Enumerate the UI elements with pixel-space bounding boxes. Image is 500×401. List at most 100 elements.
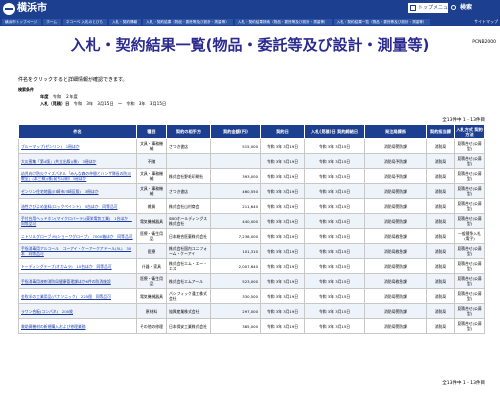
table-cell: 文具・事務機械 <box>136 138 167 154</box>
table-cell: パシフィック通工株式会社 <box>166 288 211 304</box>
table-cell: 株式会社国内ユニフォーム・ケーアイ <box>166 243 211 259</box>
table-row: 金吹半の工業用品(パナソニック) 225個 同等品可 電気機械器具 パシフィック通工… <box>18 288 485 304</box>
table-cell: 消防局 <box>426 138 455 154</box>
breadcrumb-item[interactable]: 横浜市トップページ <box>2 19 42 25</box>
table-cell: 消防局 <box>426 213 455 229</box>
top-bar: 横浜市 トップメニュー 検索 <box>0 0 500 21</box>
table-cell: 見積合せ(公募型) <box>454 303 485 319</box>
table-cell: 医療・衛生用品 <box>136 273 167 289</box>
breadcrumb-item[interactable]: 入札・契約情報 <box>108 19 142 25</box>
item-name-link[interactable]: ニトリルグローブ M(ショーワグローブ) 7000箱ほか 同等品可 <box>18 228 137 244</box>
item-name-link[interactable]: 手付台用ヘッドホン(マイクロバーテ)(東栄電気工業) 1台ほか 同等品可 <box>18 213 137 229</box>
item-name-link[interactable]: 油性さびよめ塗料(ロックペイント) 5缶ほか 同等品可 <box>18 198 137 214</box>
condition-date-value: 令和 3年 3月15日 ～ 令和 3年 3月15日 <box>73 101 167 106</box>
item-name-link[interactable]: 手指消毒用液剤消防局健康管理課ほか6件の防消施設 <box>18 273 137 289</box>
table-row: 幼児向け防災クイズパネル「みんな森の仲間とハンザ隊長の防災教室」(本三郷)(株)… <box>18 168 485 184</box>
table-row: ニトリルグローブ M(ショーワグローブ) 7000箱ほか 同等品可 医療・衛生用品… <box>18 228 485 244</box>
table-cell: 440,000 <box>210 213 261 229</box>
table-cell: 消防局警防課 <box>364 138 427 154</box>
sitemap-link[interactable]: サイトマップ <box>474 18 498 26</box>
table-cell: 文具・事務機械 <box>136 168 167 184</box>
table-cell: 令和 3年 3月19日 <box>260 153 305 169</box>
table-cell: 消防局警防課 <box>364 318 427 334</box>
item-name-link[interactable]: 金吹半の工業用品(パナソニック) 225個 同等品可 <box>18 288 137 304</box>
table-cell: 日本総合医薬株式会社 <box>166 228 211 244</box>
table-cell: 460,550 <box>210 183 261 199</box>
table-cell: 令和 3年 3月19日 <box>260 168 305 184</box>
table-cell: 消防局予防課 <box>364 153 427 169</box>
item-name-link[interactable]: 手指消毒用アルコール ユーアイ・ケーアークアドール(5L) 30本 同等品可 <box>18 243 137 259</box>
breadcrumb-item[interactable]: 入札・契約結果検索（物品・委託等及び設計・測量等） <box>234 19 332 25</box>
table-cell: 消防局救急課 <box>364 228 427 244</box>
table-cell: 消防局 <box>426 243 455 259</box>
table-cell: 令和 3年 3月15日 <box>304 303 365 319</box>
table-cell: 令和 3年 3月15日 <box>304 288 365 304</box>
page-code: PCNB2000 <box>472 40 496 45</box>
table-cell: 協興産業株式会社 <box>166 303 211 319</box>
table-cell: 消防局警防課 <box>364 213 427 229</box>
home-icon <box>410 5 416 11</box>
table-cell: 令和 3年 3月19日 <box>260 213 305 229</box>
item-name-link[interactable]: 大災害集「第4版」(共立出版)(株) 3冊ほか <box>18 153 137 169</box>
table-cell: 消防局 <box>426 288 455 304</box>
table-cell: 電気機械器具 <box>136 288 167 304</box>
table-row: 手付台用ヘッドホン(マイクロバーテ)(東栄電気工業) 1台ほか 同等品可 電気機械… <box>18 213 485 229</box>
item-name-link[interactable]: 幼児向け防災クイズパネル「みんな森の仲間とハンザ隊長の防災教室」(本三郷)(株)… <box>18 168 137 184</box>
top-menu-button[interactable]: トップメニュー <box>408 3 448 21</box>
table-cell: 消防局 <box>426 153 455 169</box>
table-cell: 文具・事務機械 <box>136 183 167 199</box>
breadcrumb-item-current: 入札・契約結果一覧（物品・委託等及び設計・測量等） <box>333 19 431 25</box>
table-cell: 見積合せ(公募型) <box>454 273 485 289</box>
breadcrumb-item[interactable]: ホーム <box>43 19 61 25</box>
table-cell: 令和 3年 3月15日 <box>304 213 365 229</box>
column-header: 発注局課係 <box>364 124 427 139</box>
table-cell: 見積合せ(公募型) <box>454 138 485 154</box>
table-cell: 医療・衛生用品 <box>136 228 167 244</box>
condition-year: 年度 令和 ２年度 <box>40 94 78 100</box>
table-cell: 令和 3年 3月19日 <box>260 198 305 214</box>
table-cell: 見積合せ(公募型) <box>454 318 485 334</box>
item-name-link[interactable]: トーディングテープ(オカムラ) 10台ほか 同等品可 <box>18 258 137 274</box>
table-cell: 消防局 <box>426 228 455 244</box>
city-emblem-icon[interactable] <box>3 3 15 15</box>
page-title: 入札・契約結果一覧(物品・委託等及び設計・測量等) <box>70 36 430 54</box>
table-cell: 令和 3年 3月15日 <box>304 243 365 259</box>
breadcrumb-item[interactable]: 入札・契約結果（物品・委託等及び設計・測量等） <box>143 19 233 25</box>
table-row: トーディングテープ(オカムラ) 10台ほか 同等品可 什器・家具 株式会社エム・エー… <box>18 258 485 274</box>
table-cell <box>166 153 211 169</box>
table-cell: 令和 3年 3月15日 <box>304 273 365 289</box>
table-cell: 什器・家具 <box>136 258 167 274</box>
search-conditions-heading: 検索条件 <box>18 87 34 92</box>
table-cell: 令和 3年 3月15日 <box>304 198 365 214</box>
table-cell: 515,000 <box>210 138 261 154</box>
table-cell: 消防局 <box>426 273 455 289</box>
table-cell: さつき書店 <box>166 183 211 199</box>
item-name-link[interactable]: ゼンリン住宅地図(川崎市川崎区版) 3冊ほか <box>18 183 137 199</box>
condition-date: 入札（見積）日 令和 3年 3月15日 ～ 令和 3年 3月15日 <box>40 101 166 107</box>
table-row: 油性さびよめ塗料(ロックペイント) 5缶ほか 同等品可 雑貨 株式会社山村商会 211… <box>18 198 485 214</box>
table-row: 手指消毒用液剤消防局健康管理課ほか6件の防消施設 医療・衛生用品 株式会社エムアール… <box>18 273 485 289</box>
table-cell: 7,238,000 <box>210 228 261 244</box>
table-cell: 株式会社エム・エー・エス <box>166 258 211 274</box>
item-name-link[interactable]: ラワン合板(コンパネ) 200枚 <box>18 303 137 319</box>
table-cell: 見積合せ(公募型) <box>454 183 485 199</box>
table-row: 救助資機材の新規購入および修理業務 その他の修理 日本保安工業株式会社 385,000… <box>18 318 485 334</box>
table-cell: 消防局救急課 <box>364 243 427 259</box>
table-cell <box>210 153 261 169</box>
intro-text: 件名をクリックすると詳細情報が確認できます。 <box>18 77 128 83</box>
breadcrumb-item[interactable]: ネコーベ 入札のとびら <box>62 19 107 25</box>
table-cell: 株式会社エムアール <box>166 273 211 289</box>
item-name-link[interactable]: 救助資機材の新規購入および修理業務 <box>18 318 137 334</box>
search-button[interactable]: 検索 <box>451 3 495 13</box>
item-name-link[interactable]: ブルーマップ(ゼンリン) 1冊ほか <box>18 138 137 154</box>
table-cell: 株式会社野毛印刷社 <box>166 168 211 184</box>
site-logo[interactable]: 横浜市 <box>17 2 47 16</box>
table-cell: 一般競争入札(電子) <box>454 228 485 244</box>
table-cell: 見積合せ(公募型) <box>454 258 485 274</box>
table-cell: 令和 3年 3月19日 <box>260 303 305 319</box>
table-cell: 消防局 <box>426 258 455 274</box>
table-cell: 101,310 <box>210 243 261 259</box>
table-cell: 令和 3年 3月19日 <box>260 258 305 274</box>
table-cell: 雑貨 <box>136 198 167 214</box>
result-count-bottom: 全13件中 1 - 13件目 <box>442 381 485 386</box>
